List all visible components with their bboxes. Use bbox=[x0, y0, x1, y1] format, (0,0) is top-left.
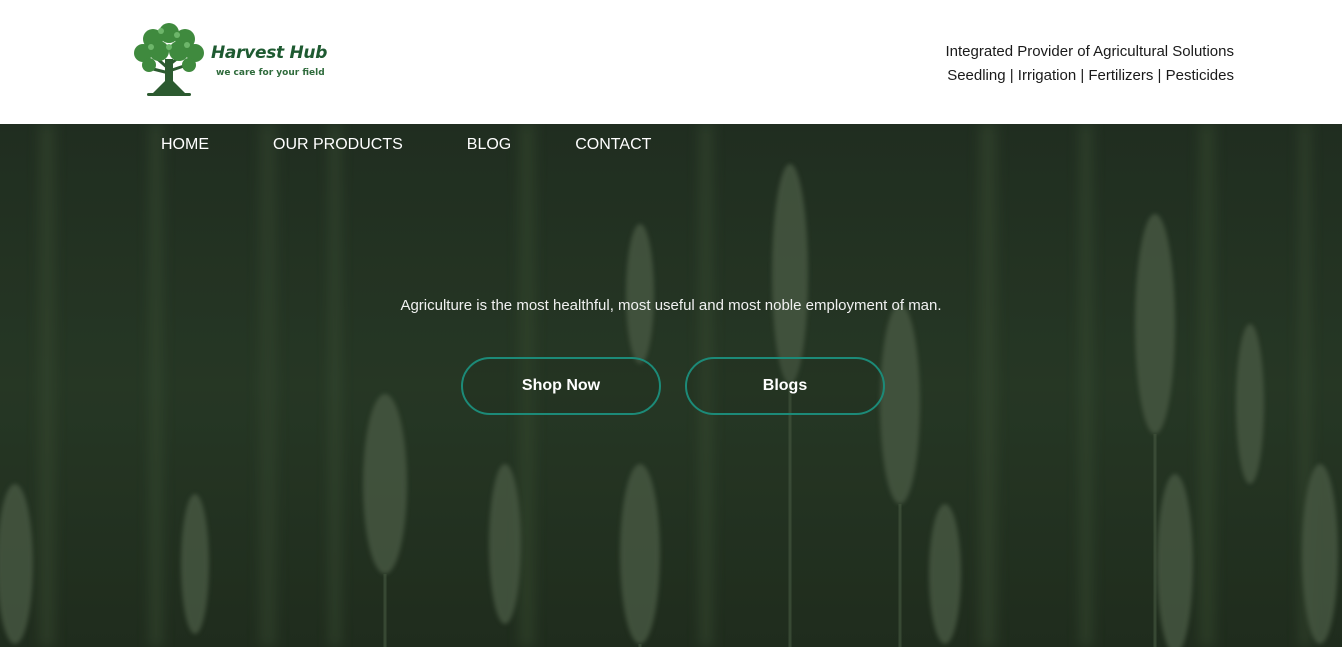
shop-now-button[interactable]: Shop Now bbox=[461, 357, 661, 415]
brand-tagline: we care for your field bbox=[216, 67, 325, 78]
site-header: Harvest Hub we care for your field Integ… bbox=[0, 0, 1342, 124]
tagline-line2: Seedling | Irrigation | Fertilizers | Pe… bbox=[947, 67, 1234, 84]
logo[interactable]: Harvest Hub we care for your field bbox=[131, 18, 331, 100]
nav-contact[interactable]: CONTACT bbox=[575, 136, 651, 154]
hero-quote: Agriculture is the most healthful, most … bbox=[400, 297, 942, 314]
wheat-field-image bbox=[0, 124, 1342, 647]
nav-our-products[interactable]: OUR PRODUCTS bbox=[273, 136, 403, 154]
nav-home[interactable]: HOME bbox=[161, 136, 209, 154]
nav-blog[interactable]: BLOG bbox=[467, 136, 511, 154]
blogs-button[interactable]: Blogs bbox=[685, 357, 885, 415]
main-nav: HOME OUR PRODUCTS BLOG CONTACT bbox=[161, 136, 715, 154]
brand-name: Harvest Hub bbox=[211, 42, 328, 63]
header-tagline: Integrated Provider of Agricultural Solu… bbox=[946, 40, 1235, 88]
tagline-line1: Integrated Provider of Agricultural Solu… bbox=[945, 43, 1235, 60]
tree-icon bbox=[134, 23, 204, 96]
hero-section: HOME OUR PRODUCTS BLOG CONTACT Agricultu… bbox=[0, 124, 1342, 647]
